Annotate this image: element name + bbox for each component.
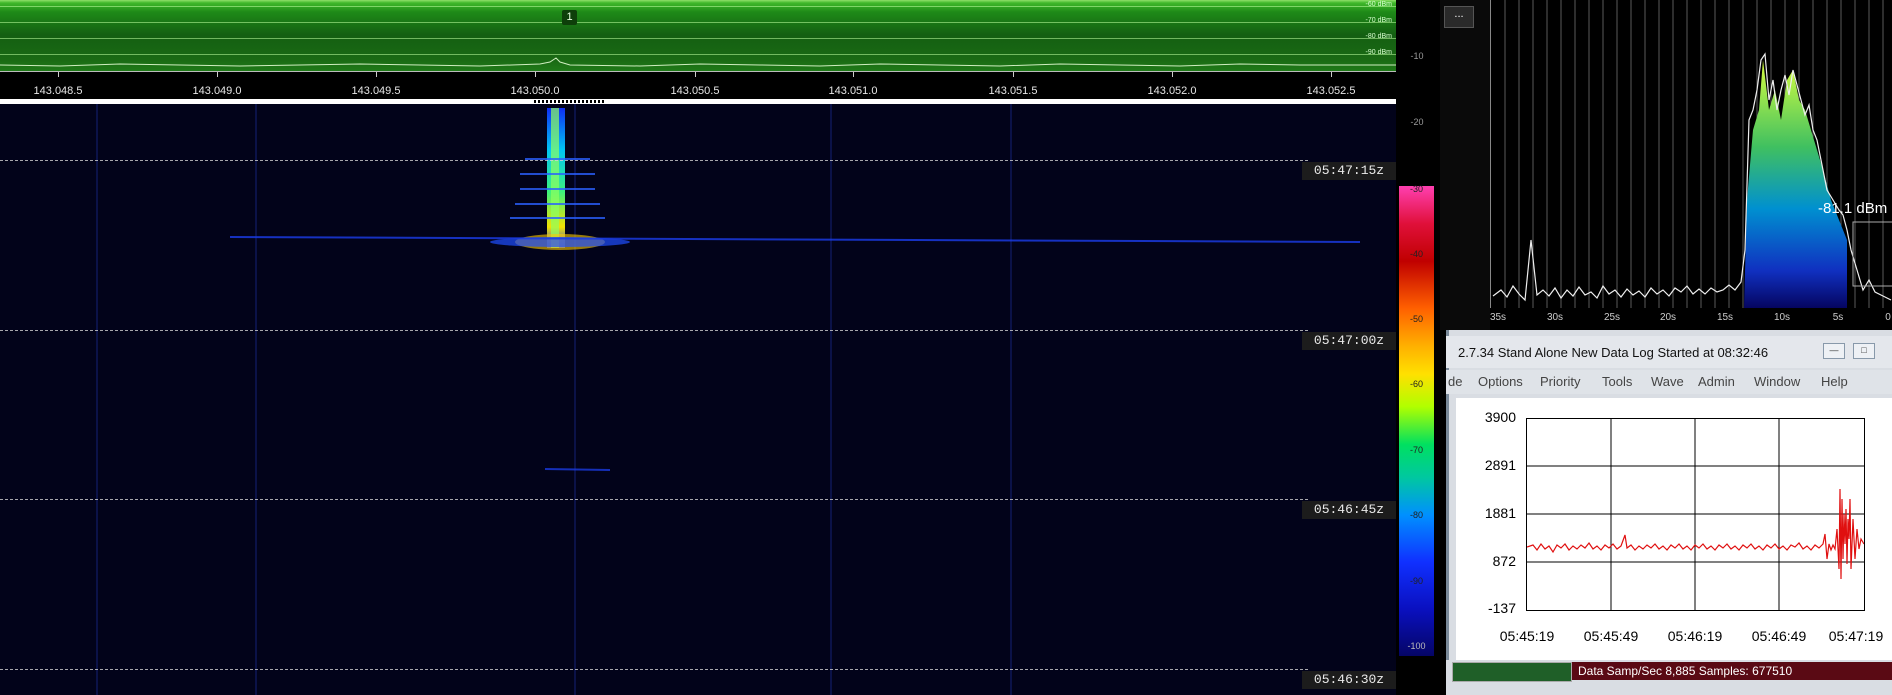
history-menu-button[interactable]: ... [1444, 6, 1474, 28]
frequency-label: 143.050.5 [670, 85, 720, 97]
y-axis-label: 2891 [1484, 457, 1516, 473]
frequency-label: 143.052.5 [1306, 85, 1356, 97]
waterfall-timestamp: 05:46:30z [1302, 671, 1396, 689]
history-time-axis: 35s 30s 25s 20s 15s 10s 5s 0 [1490, 308, 1892, 330]
y-axis-label: 872 [1492, 553, 1516, 569]
history-time-tick: 25s [1603, 312, 1621, 323]
menu-item-admin[interactable]: Admin [1698, 374, 1735, 389]
history-plot [1492, 0, 1892, 308]
menu-item-tools[interactable]: Tools [1602, 374, 1632, 389]
restore-button[interactable]: □ [1853, 343, 1875, 359]
status-text: Data Samp/Sec 8,885 Samples: 677510 [1572, 662, 1892, 680]
x-axis-label: 05:46:19 [1667, 628, 1723, 644]
x-axis-label: 05:45:49 [1583, 628, 1639, 644]
db-label: -70 dBm [1365, 17, 1392, 24]
history-time-tick: 20s [1659, 312, 1677, 323]
x-axis-label: 05:45:19 [1499, 628, 1555, 644]
db-scale-label: -90 [1409, 576, 1423, 586]
db-label: -80 dBm [1365, 33, 1392, 40]
frequency-label: 143.050.0 [510, 85, 560, 97]
history-time-tick: 35s [1489, 312, 1507, 323]
frequency-label: 143.049.0 [192, 85, 242, 97]
frequency-label: 143.048.5 [33, 85, 83, 97]
history-time-tick: 10s [1773, 312, 1791, 323]
waterfall-display[interactable]: 05:47:15z 05:47:00z 05:46:45z 05:46:30z [0, 104, 1396, 695]
minimize-button[interactable]: — [1823, 343, 1845, 359]
y-axis-label: 3900 [1484, 409, 1516, 425]
db-scale-label: -40 [1409, 249, 1423, 259]
db-scale-label: -10 [1410, 51, 1424, 61]
frequency-label: 143.051.5 [988, 85, 1038, 97]
y-axis-label: 1881 [1484, 505, 1516, 521]
frequency-label: 143.051.0 [828, 85, 878, 97]
waterfall-timestamp: 05:47:00z [1302, 332, 1396, 350]
frequency-label: 143.052.0 [1147, 85, 1197, 97]
logger-plot[interactable] [1526, 418, 1865, 611]
status-indicator [1452, 662, 1572, 682]
history-time-tick: 15s [1716, 312, 1734, 323]
logger-trace [1526, 419, 1865, 610]
tuning-selection[interactable] [534, 100, 604, 103]
frequency-axis: 143.048.5 143.049.0 143.049.5 143.050.0 … [0, 71, 1396, 99]
db-scale-label: -30 [1409, 184, 1423, 194]
y-axis-label: -137 [1487, 600, 1516, 616]
x-axis-label: 05:47:19 [1828, 628, 1884, 644]
menu-item-help[interactable]: Help [1821, 374, 1848, 389]
db-scale-label: -60 [1409, 379, 1423, 389]
menu-item-options[interactable]: Options [1478, 374, 1523, 389]
history-graph[interactable] [1490, 0, 1892, 308]
spectrum-display[interactable]: -60 dBm -70 dBm -80 dBm -90 dBm [0, 0, 1396, 71]
db-label: -60 dBm [1365, 1, 1392, 8]
marker-1-badge[interactable]: 1 [562, 10, 577, 25]
menu-item-mode[interactable]: de [1448, 374, 1462, 389]
x-axis-label: 05:46:49 [1751, 628, 1807, 644]
history-time-tick: 5s [1832, 312, 1844, 323]
db-scale-label: -80 [1409, 510, 1423, 520]
logger-title: 2.7.34 Stand Alone New Data Log Started … [1458, 345, 1769, 360]
menu-item-wave[interactable]: Wave [1651, 374, 1684, 389]
signal-level-readout: -81.1 dBm [1818, 200, 1888, 217]
waterfall-timestamp: 05:47:15z [1302, 162, 1396, 180]
spectrum-trace [0, 57, 1396, 67]
db-scale-label: -100 [1407, 641, 1426, 651]
menu-item-priority[interactable]: Priority [1540, 374, 1580, 389]
signal-trace [229, 108, 1361, 471]
db-scale-label: -70 [1409, 445, 1423, 455]
menu-item-window[interactable]: Window [1754, 374, 1800, 389]
history-time-tick: 30s [1546, 312, 1564, 323]
history-time-tick: 0 [1885, 312, 1891, 323]
db-scale-label: -20 [1410, 117, 1424, 127]
waterfall-timestamp: 05:46:45z [1302, 501, 1396, 519]
frequency-label: 143.049.5 [351, 85, 401, 97]
db-scale-label: -50 [1409, 314, 1423, 324]
